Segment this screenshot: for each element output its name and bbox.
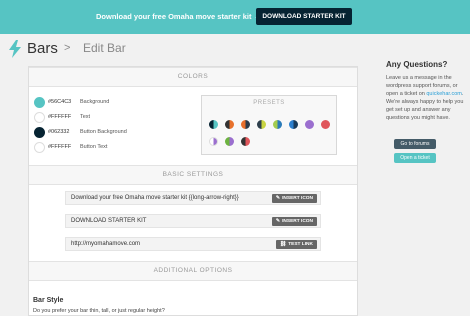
insert-icon-button[interactable]: ✎ INSERT ICON [271, 217, 317, 226]
bar-text-value[interactable]: Download your free Omaha move starter ki… [71, 195, 239, 201]
preset-swatch[interactable] [257, 120, 266, 129]
insert-icon-button[interactable]: ✎ INSERT ICON [271, 194, 317, 203]
open-ticket-button[interactable]: Open a ticket [394, 153, 436, 163]
bar-style-question: Do you prefer your bar thin, tall, or ju… [33, 308, 165, 314]
color-label: Text [78, 112, 97, 122]
color-swatch[interactable] [34, 126, 45, 138]
button-label: TEST LINK [288, 242, 313, 247]
basic-settings-section-header: BASIC SETTINGS [29, 165, 357, 185]
color-hex: #FFFFFF [48, 144, 72, 150]
preset-swatch[interactable] [321, 120, 330, 129]
preset-swatch[interactable] [209, 120, 218, 129]
additional-options-section-header: ADDITIONAL OPTIONS [29, 261, 357, 281]
button-label: INSERT ICON [282, 196, 313, 201]
bar-style-title: Bar Style [33, 297, 64, 304]
page-title: Bars [27, 40, 58, 57]
sidebar-text: Leave us a message in the wordpress supp… [386, 74, 466, 122]
preset-swatch[interactable] [241, 137, 250, 146]
button-text-value[interactable]: DOWNLOAD STARTER KIT [71, 218, 146, 224]
banner-text[interactable]: Download your free Omaha move starter ki… [96, 12, 261, 21]
edit-bar-panel: COLORS #56C4C3 Background #FFFFFF Text #… [28, 66, 358, 316]
color-row-text[interactable]: #FFFFFF Text [34, 111, 97, 123]
top-banner: Download your free Omaha move starter ki… [0, 0, 470, 34]
button-link-field[interactable]: http://myomahamove.com ⛓ TEST LINK [65, 237, 321, 251]
pencil-icon: ✎ [275, 195, 281, 201]
help-sidebar: Any Questions? Leave us a message in the… [386, 60, 466, 122]
preset-swatch[interactable] [241, 120, 250, 129]
color-label: Button Text [78, 142, 114, 152]
color-label: Button Background [78, 127, 133, 137]
color-swatch[interactable] [34, 141, 45, 153]
color-label: Background [78, 97, 116, 107]
sidebar-title: Any Questions? [386, 60, 448, 69]
download-starter-kit-button[interactable]: DOWNLOAD STARTER KIT [256, 8, 352, 25]
color-row-background[interactable]: #56C4C3 Background [34, 96, 116, 108]
colors-section-header: COLORS [29, 67, 357, 87]
color-row-button-background[interactable]: #062332 Button Background [34, 126, 133, 138]
preset-swatch[interactable] [273, 120, 282, 129]
color-hex: #56C4C3 [48, 99, 72, 105]
color-hex: #FFFFFF [48, 114, 72, 120]
test-link-button[interactable]: ⛓ TEST LINK [275, 240, 317, 249]
button-link-value[interactable]: http://myomahamove.com [71, 241, 140, 247]
basic-settings-label: BASIC SETTINGS [162, 171, 224, 178]
support-link[interactable]: quickehar.com [426, 91, 461, 97]
color-row-button-text[interactable]: #FFFFFF Button Text [34, 141, 114, 153]
color-swatch[interactable] [34, 96, 45, 108]
additional-options-label: ADDITIONAL OPTIONS [153, 267, 233, 274]
link-icon: ⛓ [279, 241, 287, 247]
preset-swatch[interactable] [289, 120, 298, 129]
presets-label: PRESETS [253, 100, 285, 106]
presets-box: PRESETS [201, 95, 337, 155]
preset-swatch[interactable] [225, 120, 234, 129]
color-swatch[interactable] [34, 111, 45, 123]
preset-swatch[interactable] [209, 137, 218, 146]
color-hex: #062332 [48, 129, 70, 135]
preset-swatch[interactable] [225, 137, 234, 146]
pencil-icon: ✎ [275, 218, 281, 224]
lightning-bolt-icon [9, 40, 21, 58]
page-subtitle: Edit Bar [83, 41, 126, 55]
go-to-forums-button[interactable]: Go to forums [394, 139, 436, 149]
colors-section-label: COLORS [177, 73, 209, 80]
preset-swatch[interactable] [305, 120, 314, 129]
button-label: INSERT ICON [282, 219, 313, 224]
bar-text-field[interactable]: Download your free Omaha move starter ki… [65, 191, 321, 205]
button-text-field[interactable]: DOWNLOAD STARTER KIT ✎ INSERT ICON [65, 214, 321, 228]
breadcrumb-separator: > [64, 42, 71, 54]
